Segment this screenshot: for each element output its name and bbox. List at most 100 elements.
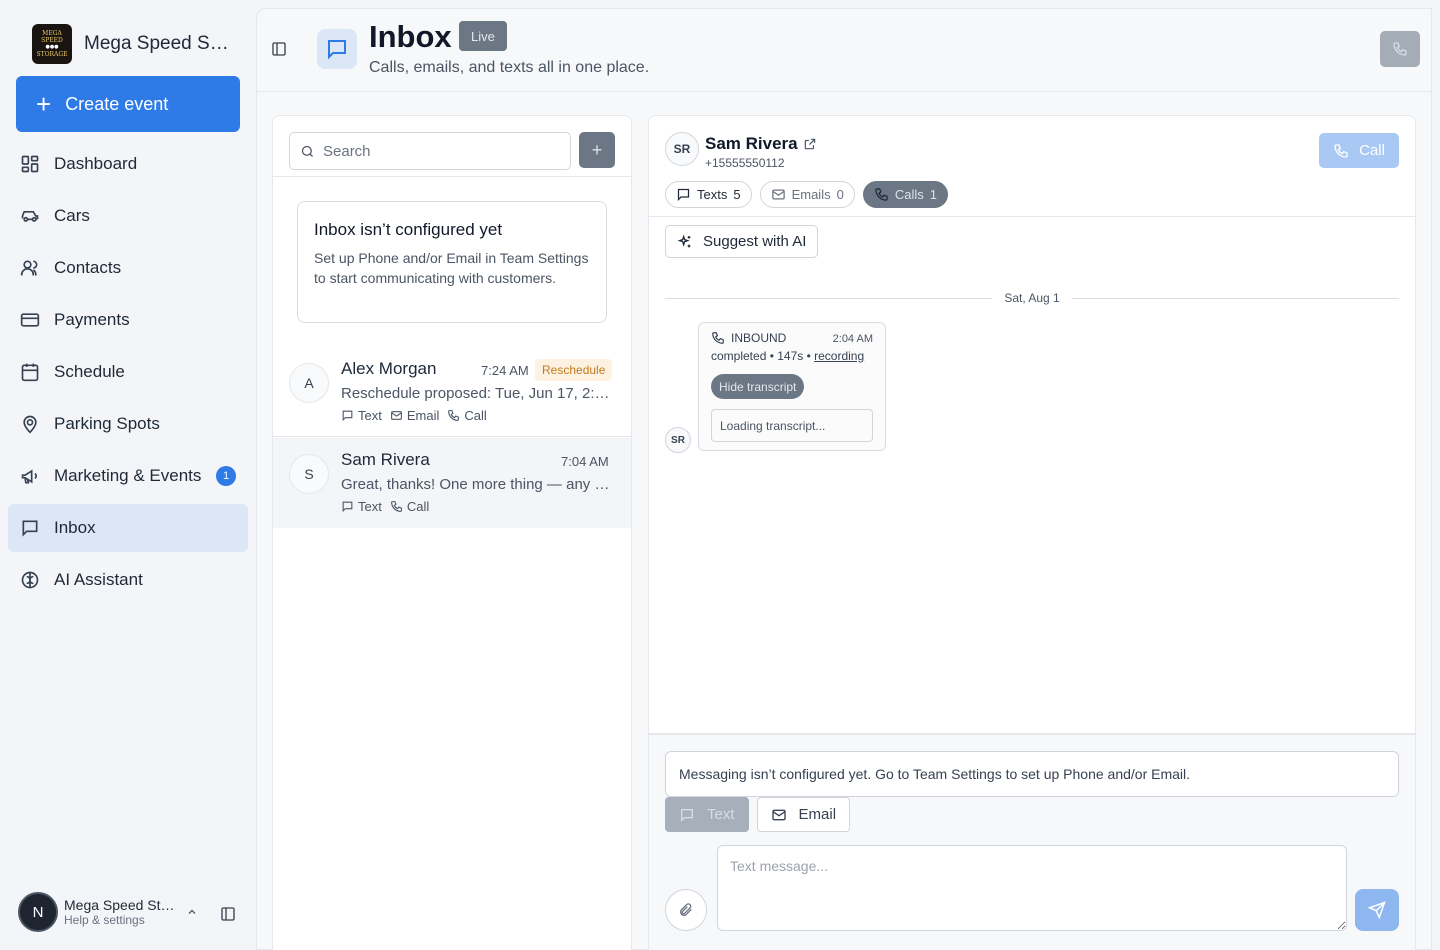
sidebar-item-marketing-events[interactable]: Marketing & Events 1 [8,452,248,500]
page-title: Inbox [369,19,452,54]
account-text: Mega Speed Storage Help & settings [64,897,176,927]
sidebar-item-schedule[interactable]: Schedule [8,348,248,396]
brain-icon [21,571,39,589]
channel-label: Text [358,499,382,514]
new-conversation-button[interactable]: + [579,132,615,168]
sidebar-item-label: Schedule [54,362,125,381]
send-icon [1368,901,1386,919]
filter-label: Calls [894,187,924,202]
call-button[interactable]: Call [1319,133,1399,168]
channel-label: Text [358,408,382,423]
message-square-icon [22,520,38,537]
notice-body: Set up Phone and/or Email in Team Settin… [314,250,589,286]
conversation-item[interactable]: A Alex Morgan 7:24 AM Reschedule Resched… [273,347,631,437]
conversation-preview: Great, thanks! One more thing — any upda… [341,476,615,493]
tab-text[interactable]: Text [665,797,749,832]
brand-name: Mega Speed Storage [84,33,229,54]
direction-label: INBOUND [731,331,787,345]
sidebar-item-payments[interactable]: Payments [8,296,248,344]
sidebar-toggle-icon[interactable] [271,41,287,57]
sidebar-item-dashboard[interactable]: Dashboard [8,140,248,188]
channel-label: Call [406,499,430,514]
conversation-time: 7:04 AM [561,454,609,469]
call-meta: completed • 147s • recording [711,349,864,363]
transcript-loading: Loading transcript... [711,409,873,442]
users-icon [20,260,38,276]
contact-avatar: SR [665,132,699,166]
message-square-icon [342,410,353,422]
sidebar-item-parking-spots[interactable]: Parking Spots [8,400,248,448]
external-link-icon[interactable] [803,137,817,151]
message-square-icon [677,188,690,202]
sidebar-item-label: Payments [54,310,130,329]
sidebar-item-label: Contacts [54,258,122,277]
mail-icon [771,189,785,200]
tab-label: Text [707,806,735,823]
notification-badge: 1 [216,466,236,486]
tab-email[interactable]: Email [756,797,851,832]
phone-icon [875,188,888,201]
calendar-icon [21,363,39,382]
date-separator: Sat, Aug 1 [665,288,1400,308]
avatar: S [289,454,329,494]
sparkles-icon [677,234,691,247]
sidebar-item-contacts[interactable]: Contacts [8,244,248,292]
sidebar-collapse-icon[interactable] [220,906,236,922]
create-event-button[interactable]: + Create event [16,76,240,132]
header-call-button[interactable] [1380,31,1420,67]
call-status: completed • 147s • [711,349,815,363]
hide-transcript-button[interactable]: Hide transcript [711,374,805,399]
sidebar-item-label: AI Assistant [54,570,143,589]
separator-line [665,297,993,299]
car-icon [21,211,39,222]
account-menu[interactable]: N Mega Speed Storage Help & settings [18,892,176,932]
detail-divider [649,216,1415,217]
sidebar: MEGA SPEED ●●● STORAGE Mega Speed Storag… [0,0,256,950]
date-label: Sat, Aug 1 [1004,291,1060,305]
map-pin-icon [23,415,37,434]
suggest-label: Suggest with AI [703,233,807,250]
message-square-icon [681,808,693,822]
brand[interactable]: MEGA SPEED ●●● STORAGE Mega Speed Storag… [32,24,229,64]
channel-filter: Texts 5 Emails 0 Calls 1 [665,181,948,208]
conversation-list: + Inbox isn’t configured yet Set up Phon… [272,115,632,950]
sidebar-nav: Dashboard Cars Contacts Payments Schedul… [8,140,248,608]
filter-texts[interactable]: Texts 5 [665,181,752,208]
mail-icon [390,411,402,420]
message-square-icon [342,501,353,513]
send-button[interactable] [1355,889,1399,931]
conversation-detail: SR Sam Rivera +15555550112 Call Texts 5 … [648,115,1416,950]
page-subtitle: Calls, emails, and texts all in one plac… [369,59,650,76]
attach-button[interactable] [665,889,707,931]
dashboard-icon [21,155,39,173]
filter-count: 1 [929,187,937,202]
phone-icon [712,332,724,344]
phone-icon [390,501,402,512]
sidebar-item-label: Marketing & Events [54,466,202,485]
contact-name: Alex Morgan [341,359,437,378]
account-name: Mega Speed Storage [64,897,176,913]
call-message: INBOUND 2:04 AM completed • 147s • recor… [698,322,886,451]
suggest-with-ai-button[interactable]: Suggest with AI [665,225,819,258]
search-icon [301,145,313,157]
sidebar-item-ai-assistant[interactable]: AI Assistant [8,556,248,604]
sidebar-item-cars[interactable]: Cars [8,192,248,240]
chevron-up-icon[interactable] [186,906,198,918]
filter-calls[interactable]: Calls 1 [862,181,948,208]
live-badge: Live [459,21,507,51]
sidebar-item-inbox[interactable]: Inbox [8,504,248,552]
channel-list: Text Email Call [341,408,487,423]
search-box[interactable] [289,132,571,170]
recording-link[interactable]: recording [814,349,864,363]
message-input[interactable] [717,845,1347,931]
separator-line [1071,297,1400,299]
brand-logo: MEGA SPEED ●●● STORAGE [32,24,72,64]
conversation-item-selected[interactable]: S Sam Rivera 7:04 AM Great, thanks! One … [273,438,631,528]
filter-emails[interactable]: Emails 0 [759,181,855,208]
phone-icon [1393,42,1407,56]
search-input[interactable] [323,142,553,160]
contact-name-link[interactable]: Sam Rivera [705,134,817,154]
mail-icon [771,809,786,820]
message-square-icon [328,40,346,60]
avatar: N [18,892,58,932]
